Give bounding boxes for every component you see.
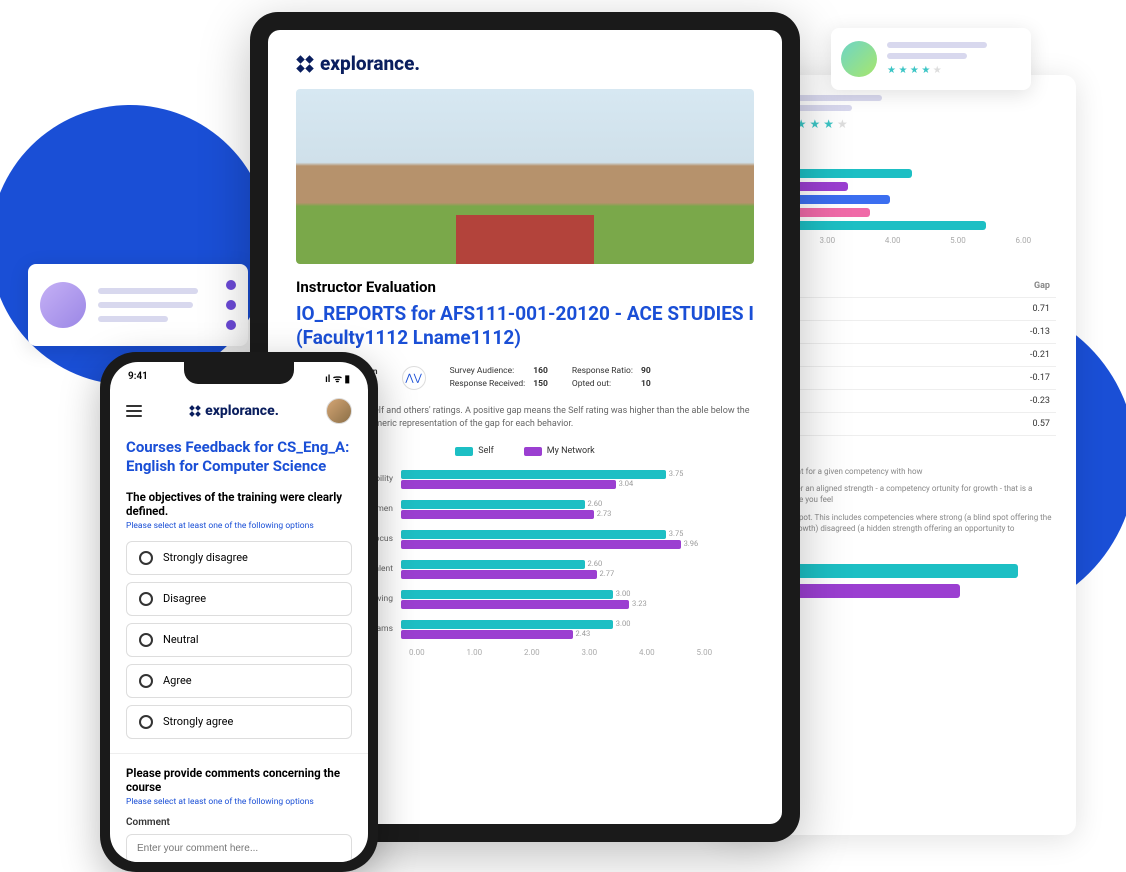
radio-option[interactable]: Strongly disagree [126, 541, 352, 575]
question-text: The objectives of the training were clea… [126, 490, 352, 518]
chart-bar-self: 3.75 [401, 530, 666, 539]
radio-icon [139, 715, 153, 729]
radio-label: Disagree [163, 592, 206, 605]
radio-option[interactable]: Disagree [126, 582, 352, 616]
question-text: Please provide comments concerning the c… [126, 766, 352, 794]
pulse-icon: ⋀⋁ [402, 366, 426, 390]
profile-card-right: ★ ★ ★ ★ ★ [831, 28, 1031, 90]
skeleton-line [887, 53, 967, 59]
skeleton-line [98, 288, 198, 294]
status-bar: 9:41 ıl ᯤ ▮ [128, 371, 350, 385]
chart-bar-self: 3.00 [401, 590, 613, 599]
comment-input[interactable] [126, 834, 352, 863]
tick: 0.00 [409, 648, 467, 657]
question-hint: Please select at least one of the follow… [126, 521, 352, 531]
chart-bar-self: 2.60 [401, 560, 585, 569]
radio-label: Neutral [163, 633, 199, 646]
phone-screen: 9:41 ıl ᯤ ▮ explorance. Courses Feedback… [110, 362, 368, 862]
indicator-dot [226, 320, 236, 330]
chart-bar-network: 2.77 [401, 570, 597, 579]
avatar [841, 41, 877, 77]
radio-icon [139, 674, 153, 688]
question-hint: Please select at least one of the follow… [126, 797, 352, 807]
radio-option[interactable]: Agree [126, 664, 352, 698]
table-header: Gap [880, 275, 1056, 298]
brand-text: explorance. [320, 52, 420, 75]
phone-device: 9:41 ıl ᯤ ▮ explorance. Courses Feedback… [100, 352, 378, 872]
tick: 2.00 [524, 648, 582, 657]
user-avatar[interactable] [326, 398, 352, 424]
status-time: 9:41 [128, 371, 148, 385]
report-section-title: Instructor Evaluation [296, 278, 754, 296]
chart-bar-self: 2.60 [401, 500, 585, 509]
report-title: IO_REPORTS for AFS111-001-20120 - ACE ST… [296, 302, 754, 350]
explorance-logo-icon [296, 55, 314, 73]
divider [110, 753, 368, 754]
chart-bar-network: 3.23 [401, 600, 629, 609]
menu-icon[interactable] [126, 405, 142, 417]
radio-label: Strongly disagree [163, 551, 248, 564]
chart-bar-network: 2.43 [401, 630, 573, 639]
radio-label: Agree [163, 674, 192, 687]
star-rating: ★ ★ ★ ★ ★ [887, 65, 1021, 76]
chart-bar-network: 3.96 [401, 540, 681, 549]
chart-bar-self: 3.75 [401, 470, 666, 479]
tick: 5.00 [697, 648, 755, 657]
status-signal-icon: ıl ᯤ ▮ [325, 371, 350, 385]
profile-card-left [28, 264, 248, 346]
tick: 1.00 [467, 648, 525, 657]
chart-bar-network: 2.73 [401, 510, 594, 519]
brand-logo: explorance. [296, 52, 754, 75]
tick: 3.00 [582, 648, 640, 657]
campus-hero-image [296, 89, 754, 264]
brand-logo: explorance. [189, 403, 279, 419]
explorance-logo-icon [189, 405, 201, 417]
indicator-dot [226, 280, 236, 290]
chart-bar-self: 3.00 [401, 620, 613, 629]
radio-label: Strongly agree [163, 715, 233, 728]
radio-icon [139, 551, 153, 565]
tick: 3.00 [820, 236, 836, 245]
comment-label: Comment [126, 817, 352, 828]
skeleton-line [98, 302, 193, 308]
tick: 4.00 [639, 648, 697, 657]
radio-option[interactable]: Strongly agree [126, 705, 352, 739]
radio-icon [139, 592, 153, 606]
radio-option[interactable]: Neutral [126, 623, 352, 657]
star-rating: ★ ★ ★ ★ ★ [782, 117, 1056, 131]
brand-text: explorance. [205, 403, 279, 419]
survey-title: Courses Feedback for CS_Eng_A: English f… [126, 438, 352, 476]
indicator-dot [226, 300, 236, 310]
tick: 5.00 [950, 236, 966, 245]
skeleton-line [98, 316, 168, 322]
tick: 4.00 [885, 236, 901, 245]
radio-icon [139, 633, 153, 647]
tick: 6.00 [1015, 236, 1031, 245]
avatar [40, 282, 86, 328]
chart-bar-network: 3.04 [401, 480, 616, 489]
skeleton-line [887, 42, 987, 48]
chart-axis: 0.001.002.003.004.005.00 [409, 648, 754, 657]
